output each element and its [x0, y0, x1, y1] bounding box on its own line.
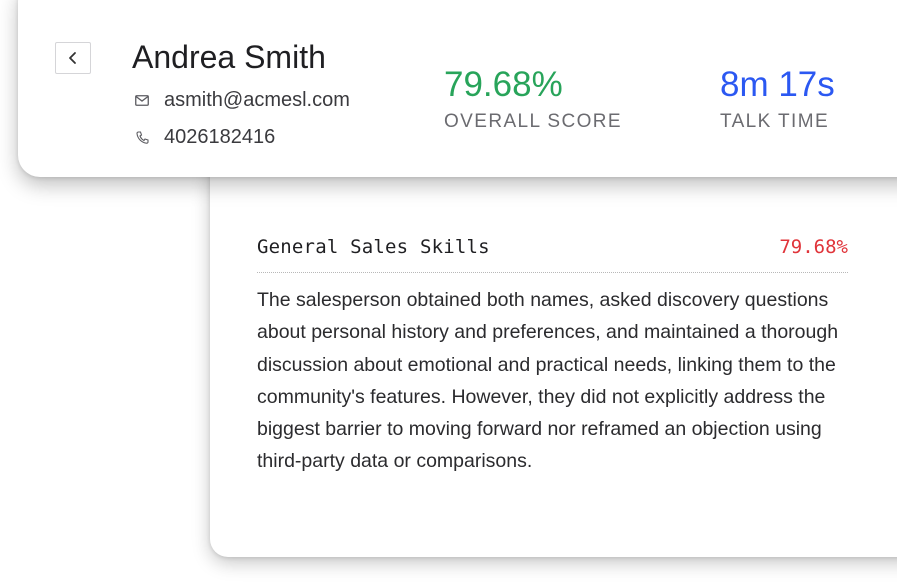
chevron-left-icon — [69, 52, 76, 64]
overall-score-label: OVERALL SCORE — [444, 111, 622, 132]
skill-score: 79.68% — [779, 236, 848, 258]
phone-row: 4026182416 — [134, 126, 275, 149]
overall-score-metric: 79.68% OVERALL SCORE — [444, 65, 622, 133]
talk-time-label: TALK TIME — [720, 111, 830, 132]
skill-description: The salesperson obtained both names, ask… — [257, 289, 839, 473]
talk-time-value: 8m 17s — [720, 65, 835, 104]
skill-detail-card: General Sales Skills 79.68% The salesper… — [210, 150, 897, 557]
skill-name: General Sales Skills — [257, 236, 490, 258]
mail-icon — [134, 93, 150, 109]
email-text[interactable]: asmith@acmesl.com — [164, 89, 350, 112]
overall-score-value: 79.68% — [444, 65, 563, 104]
phone-text[interactable]: 4026182416 — [164, 126, 275, 149]
contact-name: Andrea Smith — [132, 39, 326, 75]
skill-header: General Sales Skills 79.68% — [257, 230, 848, 273]
back-button[interactable] — [55, 42, 91, 74]
talk-time-metric: 8m 17s TALK TIME — [720, 65, 835, 133]
email-row: asmith@acmesl.com — [134, 89, 350, 112]
profile-card: Andrea Smith asmith@acmesl.com 402618241… — [18, 0, 897, 177]
phone-icon — [134, 130, 150, 146]
